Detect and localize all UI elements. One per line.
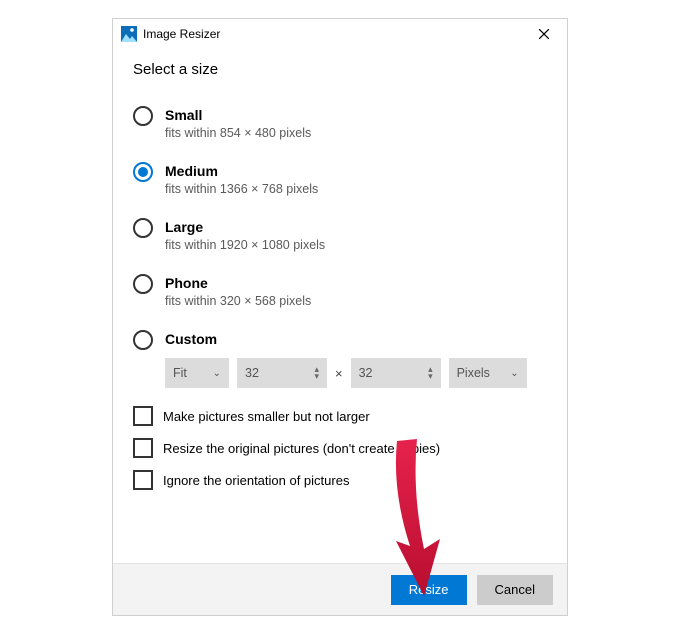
checkbox-resize-original[interactable]: Resize the original pictures (don't crea… [133,438,547,458]
chevron-down-icon: ⌄ [213,368,221,379]
unit-dropdown-label: Pixels [457,366,490,380]
height-value: 32 [359,366,373,380]
dialog-content: Select a size Small fits within 854 × 48… [113,49,567,563]
size-label: Phone [165,274,311,292]
size-option-custom[interactable]: Custom Fit ⌄ 32 ▴▾ × 32 ▴▾ [133,330,547,388]
size-option-small[interactable]: Small fits within 854 × 480 pixels [133,106,547,140]
resize-button[interactable]: Resize [391,575,467,605]
radio-small[interactable] [133,106,153,126]
checkbox-label: Ignore the orientation of pictures [163,473,349,488]
app-title: Image Resizer [143,27,529,41]
multiply-symbol: × [335,366,343,381]
checkbox[interactable] [133,438,153,458]
fit-dropdown-label: Fit [173,366,187,380]
size-desc: fits within 854 × 480 pixels [165,126,311,140]
options-group: Make pictures smaller but not larger Res… [133,406,547,490]
dialog-footer: Resize Cancel [113,563,567,615]
stepper-icon: ▴▾ [428,366,433,380]
app-icon [121,26,137,42]
radio-large[interactable] [133,218,153,238]
checkbox-smaller-only[interactable]: Make pictures smaller but not larger [133,406,547,426]
width-input[interactable]: 32 ▴▾ [237,358,327,388]
checkbox[interactable] [133,406,153,426]
size-label: Medium [165,162,318,180]
width-value: 32 [245,366,259,380]
page-heading: Select a size [133,61,547,78]
image-resizer-dialog: Image Resizer Select a size Small fits w… [112,18,568,616]
size-desc: fits within 1920 × 1080 pixels [165,238,325,252]
checkbox-label: Resize the original pictures (don't crea… [163,441,440,456]
close-button[interactable] [529,19,559,49]
chevron-down-icon: ⌄ [510,368,518,379]
size-label: Large [165,218,325,236]
checkbox-ignore-orientation[interactable]: Ignore the orientation of pictures [133,470,547,490]
size-label: Custom [165,330,527,348]
titlebar: Image Resizer [113,19,567,49]
height-input[interactable]: 32 ▴▾ [351,358,441,388]
close-icon [539,29,549,39]
size-label: Small [165,106,311,124]
fit-dropdown[interactable]: Fit ⌄ [165,358,229,388]
radio-medium[interactable] [133,162,153,182]
size-option-large[interactable]: Large fits within 1920 × 1080 pixels [133,218,547,252]
unit-dropdown[interactable]: Pixels ⌄ [449,358,527,388]
stepper-icon: ▴▾ [314,366,319,380]
cancel-button[interactable]: Cancel [477,575,553,605]
size-desc: fits within 1366 × 768 pixels [165,182,318,196]
size-desc: fits within 320 × 568 pixels [165,294,311,308]
size-option-phone[interactable]: Phone fits within 320 × 568 pixels [133,274,547,308]
size-option-medium[interactable]: Medium fits within 1366 × 768 pixels [133,162,547,196]
custom-controls: Fit ⌄ 32 ▴▾ × 32 ▴▾ Pixels ⌄ [165,358,527,388]
radio-phone[interactable] [133,274,153,294]
checkbox[interactable] [133,470,153,490]
radio-custom[interactable] [133,330,153,350]
checkbox-label: Make pictures smaller but not larger [163,409,370,424]
